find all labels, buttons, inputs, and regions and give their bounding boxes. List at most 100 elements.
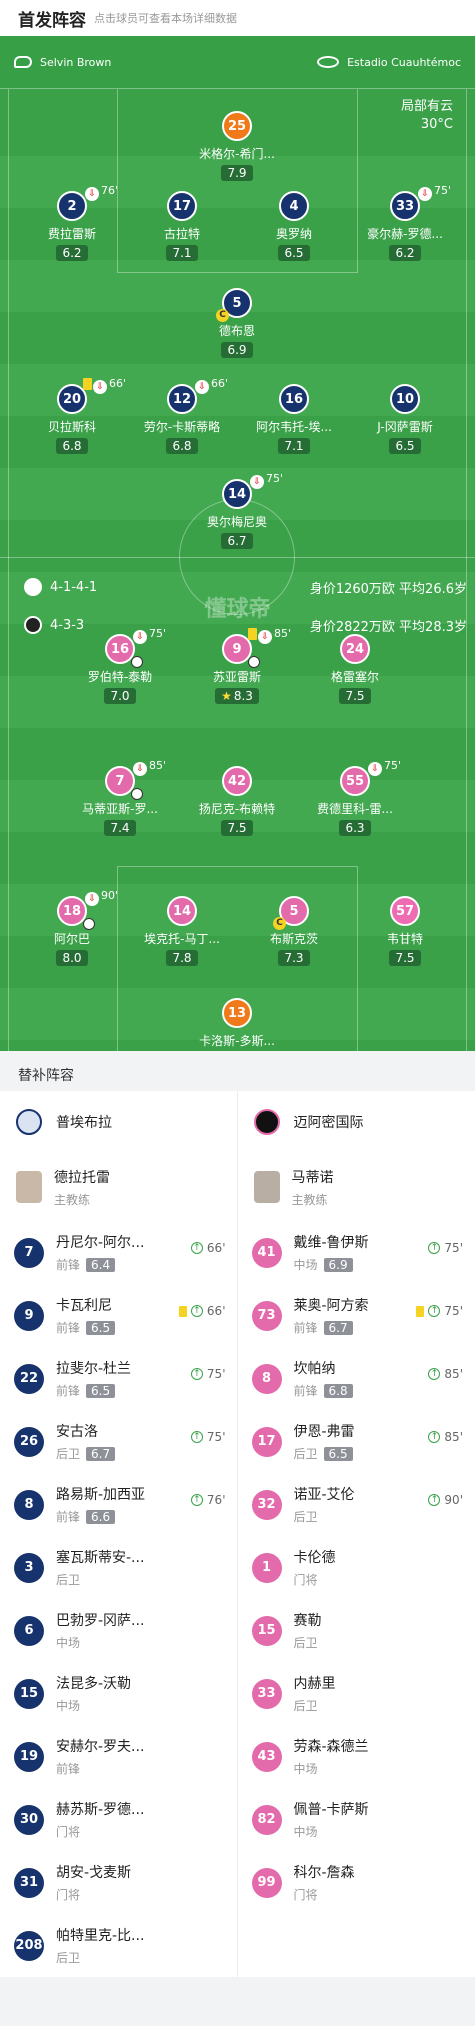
away-player-16[interactable]: 16 ⇩ 75' 罗伯特-泰勒 7.0 [65,627,175,704]
lineup-title: 首发阵容 [18,10,86,31]
sub-player-row[interactable]: 33 内赫里 后卫 [238,1662,475,1725]
player-rating: 7.1 [166,245,198,261]
substitution-in-icon: ↑ [190,1494,203,1506]
home-team-name: 普埃布拉 [56,1115,112,1131]
sub-player-row[interactable]: 32 诺亚-艾伦 后卫 ↑ 90' [238,1473,475,1536]
sub-player-row[interactable]: 15 法昆多-沃勒 中场 [0,1662,238,1725]
away-player-42[interactable]: 42 扬尼克-布赖特 7.5 [182,766,292,836]
away-player-5[interactable]: 5 C 布斯克茨 7.3 [239,896,349,966]
sub-player-position: 门将 [293,1573,318,1587]
weather-info: 局部有云 30°C [401,98,453,134]
sub-player-row[interactable]: 7 丹尼尔-阿尔... 前锋 6.4 ↑ 66' [0,1221,238,1284]
sub-player-row[interactable]: 19 安赫尔-罗夫... 前锋 [0,1725,238,1788]
sub-player-row[interactable]: 8 坎帕纳 前锋 6.8 ↑ 85' [238,1347,475,1410]
away-coach[interactable]: 马蒂诺 主教练 [238,1153,475,1221]
away-player-24[interactable]: 24 格雷塞尔 7.5 [300,634,410,704]
sub-player-row[interactable]: 9 卡瓦利尼 前锋 6.5 ↑ 66' [0,1284,238,1347]
sub-player-name: 拉斐尔-杜兰 [56,1361,132,1377]
player-rating: 7.4 [104,820,136,836]
sub-player-row[interactable]: 73 莱奥-阿方索 前锋 6.7 ↑ 75' [238,1284,475,1347]
player-rating: 7.3 [278,950,310,966]
sub-player-row[interactable]: 17 伊恩-弗雷 后卫 6.5 ↑ 85' [238,1410,475,1473]
sub-player-row[interactable]: 22 拉斐尔-杜兰 前锋 6.5 ↑ 75' [0,1347,238,1410]
substitution-out-icon: ⇩ [133,630,147,644]
away-player-14[interactable]: 14 埃克托-马丁... 7.8 [127,896,237,966]
player-name: 布斯克茨 [269,932,318,946]
sub-player-row[interactable]: 15 赛勒 后卫 [238,1599,475,1662]
sub-player-number: 3 [14,1552,44,1583]
home-coach[interactable]: 德拉托雷 主教练 [0,1153,238,1221]
sub-event: ↑ 66' [178,1304,226,1318]
sub-player-row[interactable]: 82 佩普-卡萨斯 中场 [238,1788,475,1851]
watermark: 懂球帝 [204,597,271,622]
player-name: 韦甘特 [386,932,423,946]
away-player-13[interactable]: 13卡洛斯-多斯...7.2 [182,998,292,1051]
sub-player-number: 1 [251,1552,282,1583]
sub-player-row[interactable]: 99 科尔-詹森 门将 [238,1851,475,1914]
substitution-minute: 75' [266,472,284,485]
player-name: 阿尔韦托-埃... [256,420,332,434]
away-player-9[interactable]: 9⇩85' 苏亚雷斯 8.3 [182,627,292,704]
sub-player-number: 43 [251,1741,282,1772]
sub-player-name: 安赫尔-罗夫... [56,1739,145,1755]
sub-player-row[interactable]: 31 胡安-戈麦斯 门将 [0,1851,238,1914]
player-rating: 8.0 [56,950,88,966]
sub-player-row[interactable]: 26 安古洛 后卫 6.7 ↑ 75' [0,1410,238,1473]
sub-player-row[interactable]: 1 卡伦德 门将 [238,1536,475,1599]
player-rating: 6.3 [339,820,371,836]
home-player-16[interactable]: 16 阿尔韦托-埃... 7.1 [239,384,349,454]
sub-player-row[interactable]: 41 戴维-鲁伊斯 中场 6.9 ↑ 75' [238,1221,475,1284]
player-number: 10 [390,384,420,414]
substitution-minute: 75' [434,184,452,197]
sub-player-row[interactable]: 3 塞瓦斯蒂安-... 后卫 [0,1536,238,1599]
home-player-20[interactable]: 20 ⇩ 66' 贝拉斯科 6.8 [17,377,127,454]
stadium-icon [317,56,340,68]
stadium-info[interactable]: Estadio Cuauhtémoc [317,56,461,69]
player-number: 4 [279,191,309,221]
substitution-in-icon: ↑ [190,1242,203,1254]
sub-player-position: 中场 [293,1825,318,1839]
substitution-minute: 75' [384,759,402,772]
player-number: 12 ⇩ 66' [167,377,228,414]
home-player-10[interactable]: 10 J-冈萨雷斯 6.5 [350,384,460,454]
referee-info[interactable]: Selvin Brown [14,56,111,69]
home-player-25[interactable]: 25 米格尔-希门... 7.9 [182,111,292,181]
away-team-logo-icon [253,1109,280,1135]
home-player-17[interactable]: 17 古拉特 7.1 [127,191,237,261]
sub-player-position: 前锋 [56,1258,81,1272]
sub-player-row[interactable]: 30 赫苏斯-罗德... 门将 [0,1788,238,1851]
lineup-header: 首发阵容 点击球员可查看本场详细数据 [0,0,475,36]
home-team-row[interactable]: 普埃布拉 [0,1091,238,1153]
home-subs-column: 普埃布拉 德拉托雷 主教练 7 丹尼尔-阿尔... 前锋 6.4 ↑ 66' 9 卡瓦利尼 前锋… [0,1091,238,1977]
substitution-minute: 75' [149,627,167,640]
away-player-7[interactable]: 7 ⇩ 85' 马蒂亚斯-罗... 7.4 [65,759,175,836]
yellow-card-icon [416,1305,425,1317]
home-player-4[interactable]: 4 奥罗纳 6.5 [239,191,349,261]
player-name: 豪尔赫-罗德... [367,227,443,241]
player-rating: 7.0 [104,688,136,704]
sub-player-row[interactable]: 8 路易斯-加西亚 前锋 6.6 ↑ 76' [0,1473,238,1536]
player-rating: 7.8 [166,950,198,966]
captain-icon: C [273,917,286,930]
home-player-12[interactable]: 12 ⇩ 66' 劳尔-卡斯蒂略 6.8 [127,377,237,454]
player-name: 格雷塞尔 [330,670,379,684]
sub-player-row[interactable]: 208 帕特里克-比... 后卫 [0,1914,238,1977]
sub-player-row[interactable]: 43 劳森-森德兰 中场 [238,1725,475,1788]
sub-player-row[interactable]: 6 巴勃罗-冈萨... 中场 [0,1599,238,1662]
player-number: 5C [273,896,309,930]
home-player-14[interactable]: 14 ⇩ 75' 奥尔梅尼奥 6.7 [182,472,292,549]
coach-avatar [16,1171,42,1203]
away-player-18[interactable]: 18 ⇩ 90' 阿尔巴 8.0 [17,889,127,966]
sub-player-number: 7 [14,1237,44,1268]
home-player-5[interactable]: 5 C 德布恩 6.9 [182,288,292,358]
goal-ball-icon [83,918,95,930]
home-player-2[interactable]: 2 ⇩ 76' 费拉雷斯 6.2 [17,184,127,261]
player-number: 24 [340,634,370,664]
away-team-row[interactable]: 迈阿密国际 [238,1091,475,1153]
substitution-in-icon: ↑ [428,1368,441,1380]
player-rating: 6.9 [221,342,253,358]
away-player-57[interactable]: 57 韦甘特 7.5 [350,896,460,966]
sub-player-position: 中场 [293,1762,318,1776]
home-player-33[interactable]: 33 ⇩ 75' 豪尔赫-罗德... 6.2 [350,184,460,261]
away-player-55[interactable]: 55 ⇩ 75' 费德里科-雷... 6.3 [300,759,410,836]
